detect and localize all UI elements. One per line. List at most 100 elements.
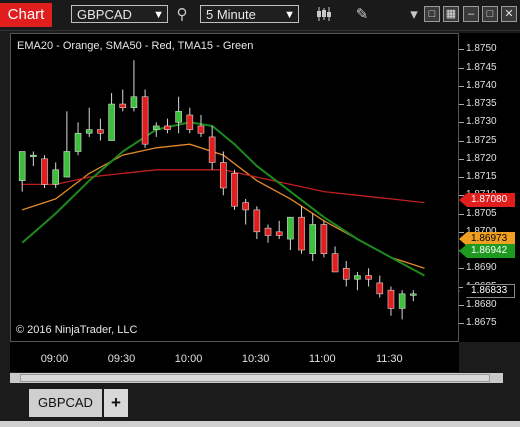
- add-tab-button[interactable]: +: [104, 389, 128, 417]
- maximize-button[interactable]: □: [482, 6, 498, 22]
- price-tick-label: 1.8735: [459, 98, 497, 110]
- candle-body-up: [287, 216, 294, 240]
- candle-body-down: [376, 282, 384, 295]
- close-button[interactable]: ✕: [501, 6, 517, 22]
- candle: [387, 286, 395, 316]
- candle: [398, 290, 406, 320]
- scrollbar-thumb[interactable]: [20, 374, 490, 382]
- candle: [354, 271, 361, 291]
- candle: [298, 206, 305, 254]
- chart-toolbar: Chart GBPCAD ▼ ⚲ 5 Minute ▼ ✎ ▾ □ ▦ – □ …: [0, 0, 520, 31]
- candle: [152, 122, 160, 137]
- candle: [74, 122, 82, 156]
- tile-icon[interactable]: ▦: [443, 6, 459, 22]
- copyright-label: © 2016 NinjaTrader, LLC: [16, 324, 138, 336]
- candle: [63, 111, 71, 178]
- chevron-down-icon: ▼: [284, 9, 295, 21]
- candle: [97, 118, 104, 141]
- candle-body-down: [97, 129, 104, 134]
- bar-type-icon[interactable]: [314, 5, 334, 25]
- candle-body-up: [398, 293, 406, 309]
- price-axis[interactable]: 1.8750 1.8745 1.8740 1.8735 1.8730 1.8725 1.87…: [459, 33, 520, 342]
- candle-body-up: [130, 96, 138, 108]
- indicator-legend: EMA20 - Orange, SMA50 - Red, TMA15 - Gre…: [17, 40, 254, 52]
- candle: [18, 151, 26, 192]
- price-tick-label: 1.8675: [459, 317, 497, 329]
- price-tick-label: 1.8705: [459, 207, 497, 219]
- candle-body-down: [119, 103, 127, 109]
- time-tick-label: 09:00: [40, 353, 69, 365]
- restore-icon[interactable]: □: [424, 6, 440, 22]
- candle: [119, 89, 127, 112]
- candle-body-down: [365, 275, 372, 280]
- candle-body-up: [52, 169, 60, 185]
- candle: [231, 169, 238, 210]
- instrument-selector[interactable]: GBPCAD ▼: [71, 5, 168, 23]
- candle: [242, 198, 249, 225]
- candle-body-up: [85, 129, 93, 134]
- time-tick-label: 10:00: [174, 353, 203, 365]
- price-tick-label: 1.8690: [459, 262, 497, 274]
- price-tick-label: 1.8730: [459, 116, 497, 128]
- candle: [197, 115, 205, 137]
- candle: [30, 151, 37, 167]
- candle-body-up: [18, 151, 26, 182]
- price-panel[interactable]: EMA20 - Orange, SMA50 - Red, TMA15 - Gre…: [10, 33, 459, 342]
- candle-body-up: [409, 293, 417, 296]
- candle-body-down: [331, 253, 339, 273]
- candle: [287, 216, 294, 251]
- tma15-line: [21, 121, 425, 277]
- window-footer: [0, 421, 520, 427]
- candle-body-up: [74, 132, 82, 152]
- pencil-icon[interactable]: ✎: [352, 5, 372, 25]
- candle: [264, 224, 272, 243]
- time-tick-label: 09:30: [107, 353, 136, 365]
- price-badge: 1.86973: [459, 232, 515, 246]
- price-tick-label: 1.8720: [459, 152, 497, 164]
- candle: [175, 96, 182, 134]
- candle-body-down: [197, 125, 205, 134]
- time-tick-label: 11:30: [375, 353, 403, 365]
- candle-body-up: [354, 275, 361, 280]
- time-axis[interactable]: 09:00 09:30 10:00 10:30 11:00 11:30: [10, 342, 459, 372]
- interval-selector[interactable]: 5 Minute ▼: [200, 5, 299, 23]
- chevron-down-icon: ▼: [153, 9, 164, 21]
- candle-body-up: [152, 125, 160, 130]
- candle: [85, 107, 93, 137]
- price-tick-label: 1.8740: [459, 79, 497, 91]
- candle-body-down: [320, 224, 328, 255]
- price-badge: 1.86942: [459, 244, 515, 258]
- search-icon[interactable]: ⚲: [172, 5, 192, 25]
- candle-body-up: [175, 111, 182, 123]
- candle-body-up: [108, 103, 115, 141]
- price-tick-label: 1.8715: [459, 171, 497, 183]
- candle-body-down: [41, 158, 48, 185]
- candle-body-up: [309, 224, 317, 255]
- price-badge: 1.87080: [459, 193, 515, 207]
- candle: [342, 261, 350, 287]
- candle: [275, 220, 283, 240]
- candle: [331, 246, 339, 273]
- candle-body-down: [242, 202, 249, 211]
- horizontal-scrollbar[interactable]: [10, 373, 503, 383]
- price-tick-label: 1.8725: [459, 134, 497, 146]
- tab-gbpcad[interactable]: GBPCAD: [29, 389, 102, 417]
- minimize-button[interactable]: –: [463, 6, 479, 22]
- candle: [130, 60, 138, 112]
- candle: [208, 125, 216, 170]
- candle-body-down: [186, 114, 194, 130]
- price-badge: 1.86833: [459, 284, 515, 298]
- instrument-value: GBPCAD: [77, 7, 132, 22]
- candle: [108, 93, 115, 141]
- candle-body-up: [30, 154, 37, 157]
- menu-dropdown-icon[interactable]: ▾: [404, 5, 424, 25]
- candle: [253, 206, 261, 240]
- chart-canvas: [18, 60, 425, 320]
- candle: [141, 89, 149, 148]
- chart-window: Chart GBPCAD ▼ ⚲ 5 Minute ▼ ✎ ▾ □ ▦ – □ …: [0, 0, 520, 427]
- candle-body-down: [387, 289, 395, 309]
- candle: [41, 155, 48, 188]
- candle: [365, 268, 372, 287]
- candle: [164, 118, 171, 134]
- candle: [376, 275, 384, 298]
